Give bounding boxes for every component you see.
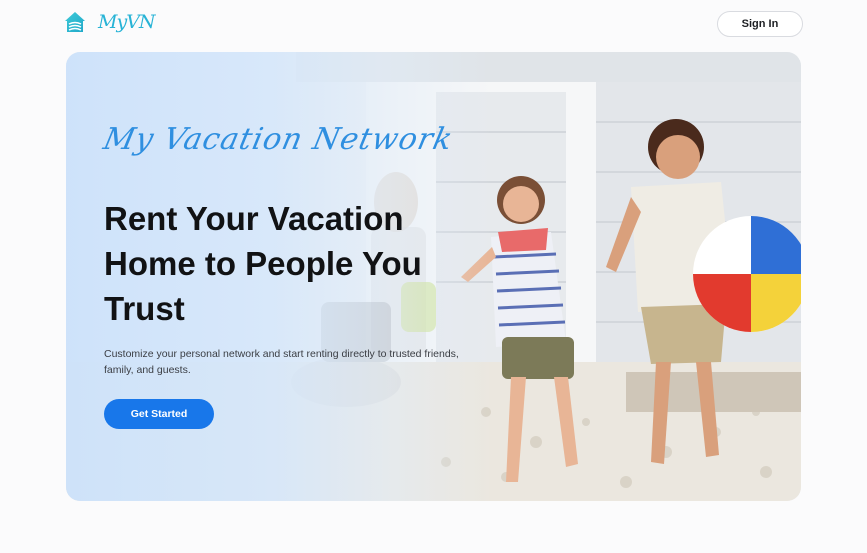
logo[interactable]: MyVN [62, 9, 156, 35]
top-bar: MyVN Sign In [0, 0, 867, 50]
hero-subtext: Customize your personal network and star… [104, 348, 459, 376]
hero-headline: Rent Your Vacation Home to People You Tr… [104, 200, 422, 327]
script-title: My Vacation Network [100, 122, 457, 157]
hero-banner: My Vacation Network Rent Your Vacation H… [66, 52, 801, 501]
house-icon [65, 12, 85, 32]
logo-text: MyVN [98, 11, 156, 33]
sign-in-button[interactable]: Sign In [717, 11, 803, 37]
get-started-button[interactable]: Get Started [104, 399, 214, 429]
